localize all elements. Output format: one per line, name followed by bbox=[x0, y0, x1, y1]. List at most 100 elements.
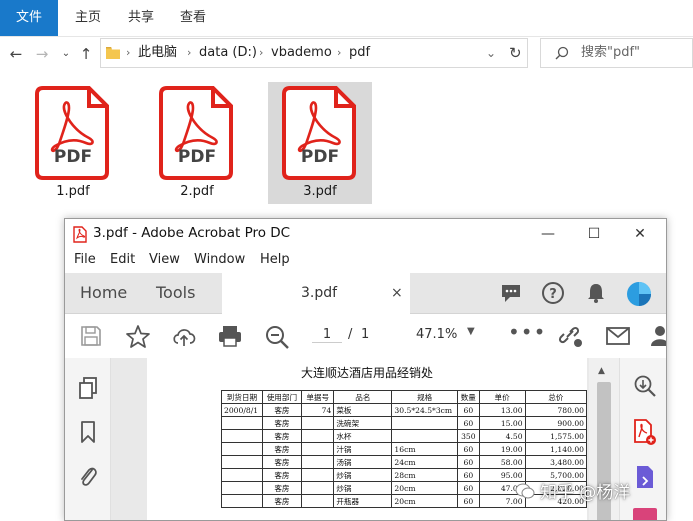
cell-qty: 60 bbox=[456, 481, 480, 495]
cell-unit-price: 15.00 bbox=[478, 416, 526, 430]
recent-chevron-icon[interactable]: ⌄ bbox=[56, 44, 76, 64]
file-item[interactable]: PDF 2.pdf bbox=[145, 82, 249, 204]
cloud-upload-icon[interactable] bbox=[171, 324, 197, 348]
cell-doc-no bbox=[301, 429, 335, 443]
email-icon[interactable] bbox=[605, 326, 631, 346]
cell-unit-price: 19.00 bbox=[478, 442, 526, 456]
tab-home-acrobat[interactable]: Home bbox=[80, 273, 127, 313]
file-item[interactable]: PDF 1.pdf bbox=[21, 82, 125, 204]
tab-home[interactable]: 主页 bbox=[58, 0, 118, 36]
create-pdf-icon[interactable] bbox=[633, 418, 657, 446]
zoom-dropdown-icon[interactable]: ▼ bbox=[467, 326, 475, 337]
header-cell: 数量 bbox=[456, 390, 480, 404]
tab-share[interactable]: 共享 bbox=[118, 0, 164, 36]
cell-total: 1,140.00 bbox=[524, 442, 588, 456]
tab-file[interactable]: 文件 bbox=[0, 0, 58, 36]
cell-item: 炒锅 bbox=[333, 481, 393, 495]
breadcrumb-separator: › bbox=[337, 46, 342, 59]
table-row: 客房 汁锅 16cm 60 19.00 1,140.00 bbox=[221, 442, 588, 456]
zoom-level[interactable]: 47.1% bbox=[416, 327, 457, 342]
refresh-icon[interactable]: ↻ bbox=[509, 39, 522, 67]
account-avatar-icon[interactable] bbox=[626, 281, 652, 307]
more-tools-icon[interactable]: ••• bbox=[508, 320, 546, 344]
cell-item: 炒锅 bbox=[333, 468, 393, 482]
user-icon[interactable] bbox=[650, 324, 667, 348]
cell-date bbox=[221, 416, 263, 430]
breadcrumb-separator: › bbox=[259, 46, 264, 59]
menu-file[interactable]: File bbox=[74, 252, 96, 267]
app-tab-bar: Home Tools 3.pdf × ? bbox=[65, 273, 666, 314]
cell-qty: 60 bbox=[456, 494, 480, 508]
zoom-out-icon[interactable] bbox=[264, 324, 290, 350]
page-thumbnails-icon[interactable] bbox=[78, 376, 98, 400]
menu-edit[interactable]: Edit bbox=[110, 252, 135, 267]
share-link-icon[interactable] bbox=[557, 323, 585, 349]
acrobat-pdf-icon bbox=[73, 226, 87, 243]
toolbar: 1 / 1 47.1% ▼ ••• bbox=[65, 314, 667, 359]
address-dropdown-chevron-icon[interactable]: ⌄ bbox=[486, 39, 496, 67]
cell-doc-no bbox=[301, 442, 335, 456]
cell-date bbox=[221, 455, 263, 469]
cell-spec: 16cm bbox=[391, 442, 458, 456]
minimize-icon[interactable]: — bbox=[526, 221, 570, 247]
breadcrumb-pdf[interactable]: pdf bbox=[349, 39, 370, 67]
bookmarks-icon[interactable] bbox=[79, 420, 97, 444]
comment-icon[interactable] bbox=[500, 282, 522, 304]
up-arrow-icon[interactable]: ↑ bbox=[76, 44, 96, 64]
cell-dept: 客房 bbox=[261, 494, 303, 508]
cell-dept: 客房 bbox=[261, 429, 303, 443]
cell-item: 菜板 bbox=[333, 403, 393, 417]
menu-help[interactable]: Help bbox=[260, 252, 290, 267]
cell-dept: 客房 bbox=[261, 416, 303, 430]
tab-tools[interactable]: Tools bbox=[156, 273, 195, 313]
menu-view[interactable]: View bbox=[149, 252, 180, 267]
doc-tab-close-icon[interactable]: × bbox=[391, 273, 403, 313]
title-bar: 3.pdf - Adobe Acrobat Pro DC — ☐ ✕ bbox=[65, 219, 666, 249]
breadcrumb-drive[interactable]: data (D:) bbox=[199, 39, 257, 67]
address-bar[interactable]: › 此电脑 › data (D:) › vbademo › pdf ⌄ ↻ bbox=[100, 38, 528, 68]
cell-item: 水杯 bbox=[333, 429, 393, 443]
file-item-selected[interactable]: PDF 3.pdf bbox=[268, 82, 372, 204]
cell-doc-no: 74 bbox=[301, 403, 335, 417]
tab-document[interactable]: 3.pdf × bbox=[222, 273, 410, 314]
breadcrumb-this-pc[interactable]: 此电脑 bbox=[138, 39, 177, 67]
bookmark-star-icon[interactable] bbox=[125, 324, 151, 348]
header-cell: 单价 bbox=[478, 390, 526, 404]
tab-view[interactable]: 查看 bbox=[170, 0, 216, 36]
folder-icon bbox=[106, 47, 120, 59]
breadcrumb-separator: › bbox=[126, 46, 131, 59]
page-number-input[interactable]: 1 bbox=[312, 327, 342, 343]
header-cell: 使用部门 bbox=[261, 390, 303, 404]
menu-window[interactable]: Window bbox=[194, 252, 245, 267]
export-pdf-icon[interactable] bbox=[633, 464, 657, 492]
search-input[interactable]: 搜索"pdf" bbox=[581, 39, 640, 67]
cell-qty: 60 bbox=[456, 468, 480, 482]
attachments-paperclip-icon[interactable] bbox=[78, 462, 98, 488]
edit-pdf-tool-icon[interactable] bbox=[633, 508, 657, 520]
notification-bell-icon[interactable] bbox=[585, 282, 607, 304]
breadcrumb-vbademo[interactable]: vbademo bbox=[271, 39, 332, 67]
help-icon[interactable]: ? bbox=[541, 281, 565, 305]
forward-arrow-icon[interactable]: → bbox=[32, 44, 52, 64]
save-icon[interactable] bbox=[80, 325, 102, 347]
cell-dept: 客房 bbox=[261, 455, 303, 469]
menu-bar: File Edit View Window Help bbox=[65, 249, 666, 273]
scroll-up-arrow-icon[interactable]: ▲ bbox=[598, 366, 605, 376]
zoom-in-tool-icon[interactable] bbox=[633, 374, 657, 398]
close-icon[interactable]: ✕ bbox=[618, 221, 662, 247]
acrobat-window: 3.pdf - Adobe Acrobat Pro DC — ☐ ✕ File … bbox=[64, 218, 667, 521]
maximize-icon[interactable]: ☐ bbox=[572, 221, 616, 247]
watermark-text: 知乎 @杨洋 bbox=[540, 483, 631, 503]
search-icon bbox=[555, 46, 569, 60]
header-cell: 规格 bbox=[391, 390, 458, 404]
file-name: 3.pdf bbox=[303, 184, 337, 199]
back-arrow-icon[interactable]: ← bbox=[6, 44, 26, 64]
table-row: 客房 洗碗架 60 15.00 900.00 bbox=[221, 416, 588, 430]
document-title: 大连顺达酒店用品经销处 bbox=[300, 366, 433, 380]
cell-dept: 客房 bbox=[261, 403, 303, 417]
table-row: 客房 水杯 350 4.50 1,575.00 bbox=[221, 429, 588, 443]
svg-text:?: ? bbox=[549, 287, 557, 302]
search-box[interactable]: 搜索"pdf" bbox=[540, 38, 693, 68]
cell-doc-no bbox=[301, 481, 335, 495]
print-icon[interactable] bbox=[217, 324, 243, 348]
